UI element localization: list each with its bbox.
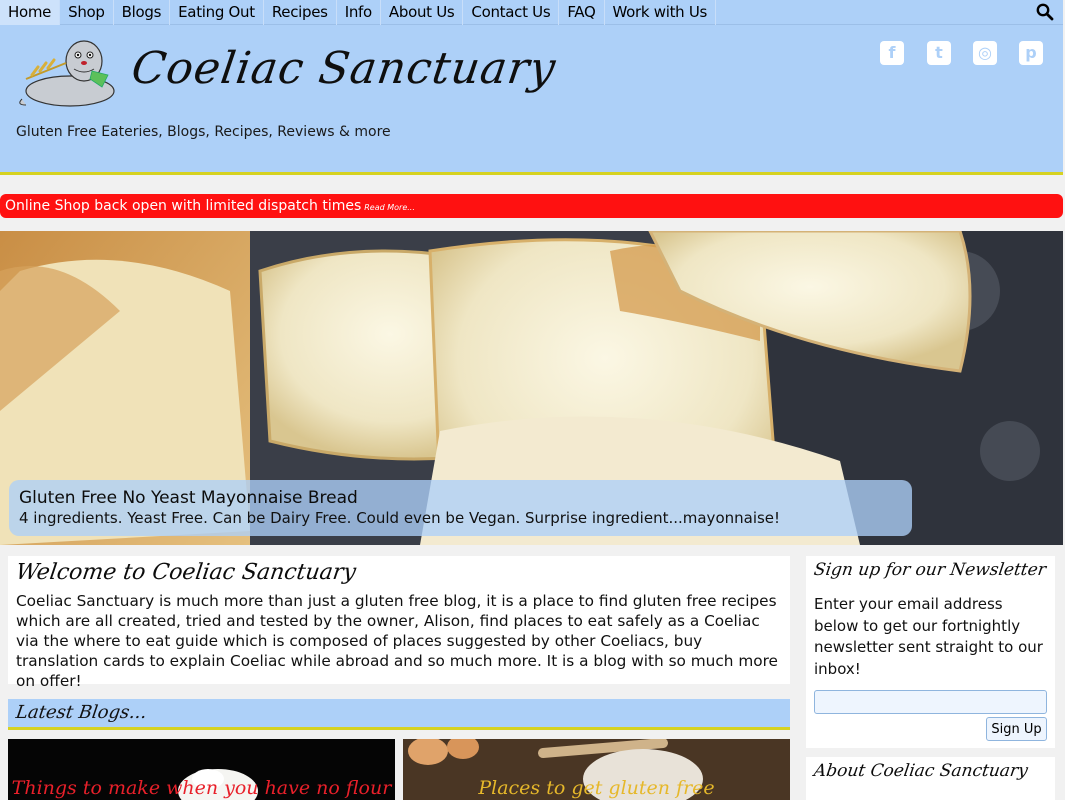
newsletter-title: Sign up for our Newsletter — [812, 560, 1048, 580]
top-nav: Home Shop Blogs Eating Out Recipes Info … — [0, 0, 1063, 25]
welcome-panel: Welcome to Coeliac Sanctuary Coeliac San… — [8, 556, 790, 690]
twitter-icon[interactable]: t — [927, 41, 951, 65]
search-icon[interactable] — [1035, 2, 1055, 22]
newsletter-text: Enter your email address below to get ou… — [814, 595, 1043, 678]
site-title[interactable]: Coeliac Sanctuary — [128, 43, 559, 94]
instagram-icon[interactable]: ◎ — [973, 41, 997, 65]
nav-item-shop[interactable]: Shop — [60, 0, 114, 25]
latest-blogs-header: Latest Blogs... — [8, 699, 790, 730]
pinterest-icon[interactable]: p — [1019, 41, 1043, 65]
hero-slider[interactable]: Gluten Free No Yeast Mayonnaise Bread 4 … — [0, 231, 1063, 545]
nav-item-faq[interactable]: FAQ — [559, 0, 605, 25]
welcome-text: Coeliac Sanctuary is much more than just… — [16, 592, 778, 690]
blog-card-title: Things to make when you have no flour — [11, 777, 392, 799]
nav-item-work-with-us[interactable]: Work with Us — [605, 0, 717, 25]
hero-caption[interactable]: Gluten Free No Yeast Mayonnaise Bread 4 … — [9, 480, 912, 536]
blog-card-title: Places to get gluten free — [478, 777, 715, 799]
welcome-title: Welcome to Coeliac Sanctuary — [14, 560, 358, 585]
latest-blogs-title: Latest Blogs... — [14, 702, 149, 723]
announcement-text: Online Shop back open with limited dispa… — [5, 198, 362, 214]
facebook-icon[interactable]: f — [880, 41, 904, 65]
hero-title: Gluten Free No Yeast Mayonnaise Bread — [19, 488, 358, 508]
about-title: About Coeliac Sanctuary — [812, 761, 1030, 781]
nav-item-recipes[interactable]: Recipes — [264, 0, 337, 25]
blog-card[interactable]: Things to make when you have no flour — [8, 739, 395, 800]
nav-item-info[interactable]: Info — [337, 0, 381, 25]
read-more-link[interactable]: Read More... — [364, 203, 415, 212]
nav-item-blogs[interactable]: Blogs — [114, 0, 171, 25]
site-header: Coeliac Sanctuary Gluten Free Eateries, … — [0, 25, 1063, 175]
hero-subtitle: 4 ingredients. Yeast Free. Can be Dairy … — [19, 509, 781, 527]
blog-card[interactable]: Places to get gluten free — [403, 739, 790, 800]
newsletter-widget: Sign up for our Newsletter Enter your em… — [806, 556, 1055, 748]
nav-item-home[interactable]: Home — [0, 0, 61, 25]
announcement-banner[interactable]: Online Shop back open with limited dispa… — [0, 194, 1063, 218]
about-widget: About Coeliac Sanctuary — [806, 757, 1055, 800]
nav-item-eating-out[interactable]: Eating Out — [170, 0, 264, 25]
email-field[interactable] — [814, 690, 1047, 714]
nav-item-contact-us[interactable]: Contact Us — [463, 0, 560, 25]
sign-up-button[interactable]: Sign Up — [986, 717, 1047, 741]
seal-logo-icon[interactable] — [12, 33, 122, 111]
nav-item-about-us[interactable]: About Us — [381, 0, 464, 25]
site-tagline: Gluten Free Eateries, Blogs, Recipes, Re… — [16, 124, 391, 140]
